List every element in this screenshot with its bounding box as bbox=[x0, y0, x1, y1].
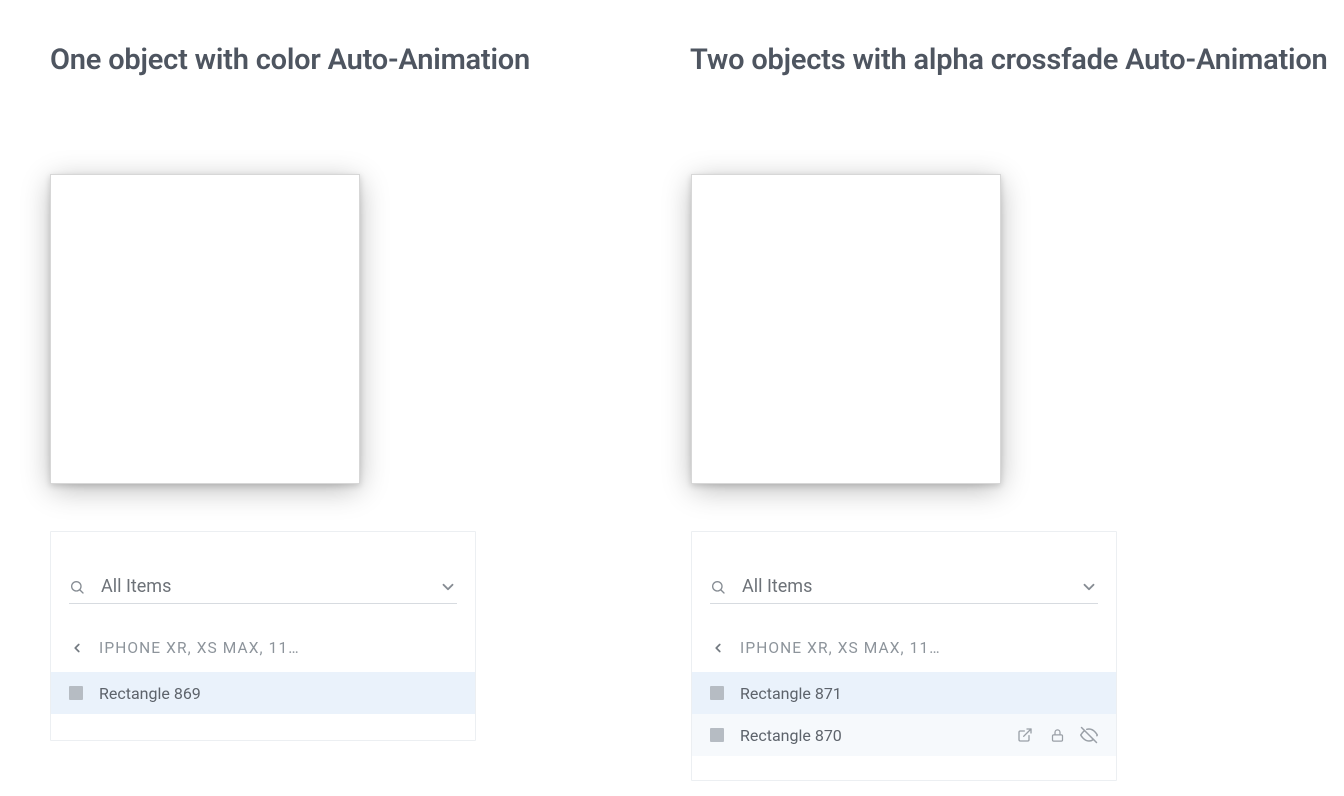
layer-tools bbox=[1016, 726, 1098, 744]
heading-right: Two objects with alpha crossfade Auto-An… bbox=[690, 38, 1330, 83]
filter-row[interactable]: All Items bbox=[69, 570, 457, 604]
filter-label: All Items bbox=[101, 576, 439, 597]
chevron-down-icon bbox=[439, 578, 457, 596]
breadcrumb-label: IPHONE XR, XS MAX, 11… bbox=[740, 639, 1098, 657]
filter-label: All Items bbox=[742, 576, 1080, 597]
eye-off-icon[interactable] bbox=[1080, 726, 1098, 744]
layer-label: Rectangle 871 bbox=[740, 684, 1098, 703]
breadcrumb-row[interactable]: IPHONE XR, XS MAX, 11… bbox=[710, 630, 1098, 666]
search-icon bbox=[69, 579, 85, 595]
layer-row[interactable]: Rectangle 871 bbox=[692, 672, 1116, 714]
layer-label: Rectangle 870 bbox=[740, 726, 1016, 745]
layers-panel-left: All Items IPHONE XR, XS MAX, 11… Rectang… bbox=[50, 531, 476, 741]
layer-swatch-icon bbox=[710, 728, 724, 742]
layer-swatch-icon bbox=[710, 686, 724, 700]
chevron-left-icon bbox=[710, 640, 726, 656]
layers-panel-right: All Items IPHONE XR, XS MAX, 11… Rectang… bbox=[691, 531, 1117, 781]
heading-left: One object with color Auto-Animation bbox=[50, 38, 690, 83]
chevron-down-icon bbox=[1080, 578, 1098, 596]
search-icon bbox=[710, 579, 726, 595]
layer-row[interactable]: Rectangle 870 bbox=[692, 714, 1116, 756]
open-external-icon[interactable] bbox=[1016, 726, 1034, 744]
layer-rows-right: Rectangle 871 Rectangle 870 bbox=[692, 672, 1116, 756]
layer-label: Rectangle 869 bbox=[99, 684, 457, 703]
layer-swatch-icon bbox=[69, 686, 83, 700]
preview-canvas-left bbox=[50, 174, 360, 484]
layer-row[interactable]: Rectangle 869 bbox=[51, 672, 475, 714]
breadcrumb-row[interactable]: IPHONE XR, XS MAX, 11… bbox=[69, 630, 457, 666]
preview-canvas-right bbox=[691, 174, 1001, 484]
chevron-left-icon bbox=[69, 640, 85, 656]
lock-icon[interactable] bbox=[1048, 726, 1066, 744]
breadcrumb-label: IPHONE XR, XS MAX, 11… bbox=[99, 639, 457, 657]
filter-row[interactable]: All Items bbox=[710, 570, 1098, 604]
layer-rows-left: Rectangle 869 bbox=[51, 672, 475, 714]
